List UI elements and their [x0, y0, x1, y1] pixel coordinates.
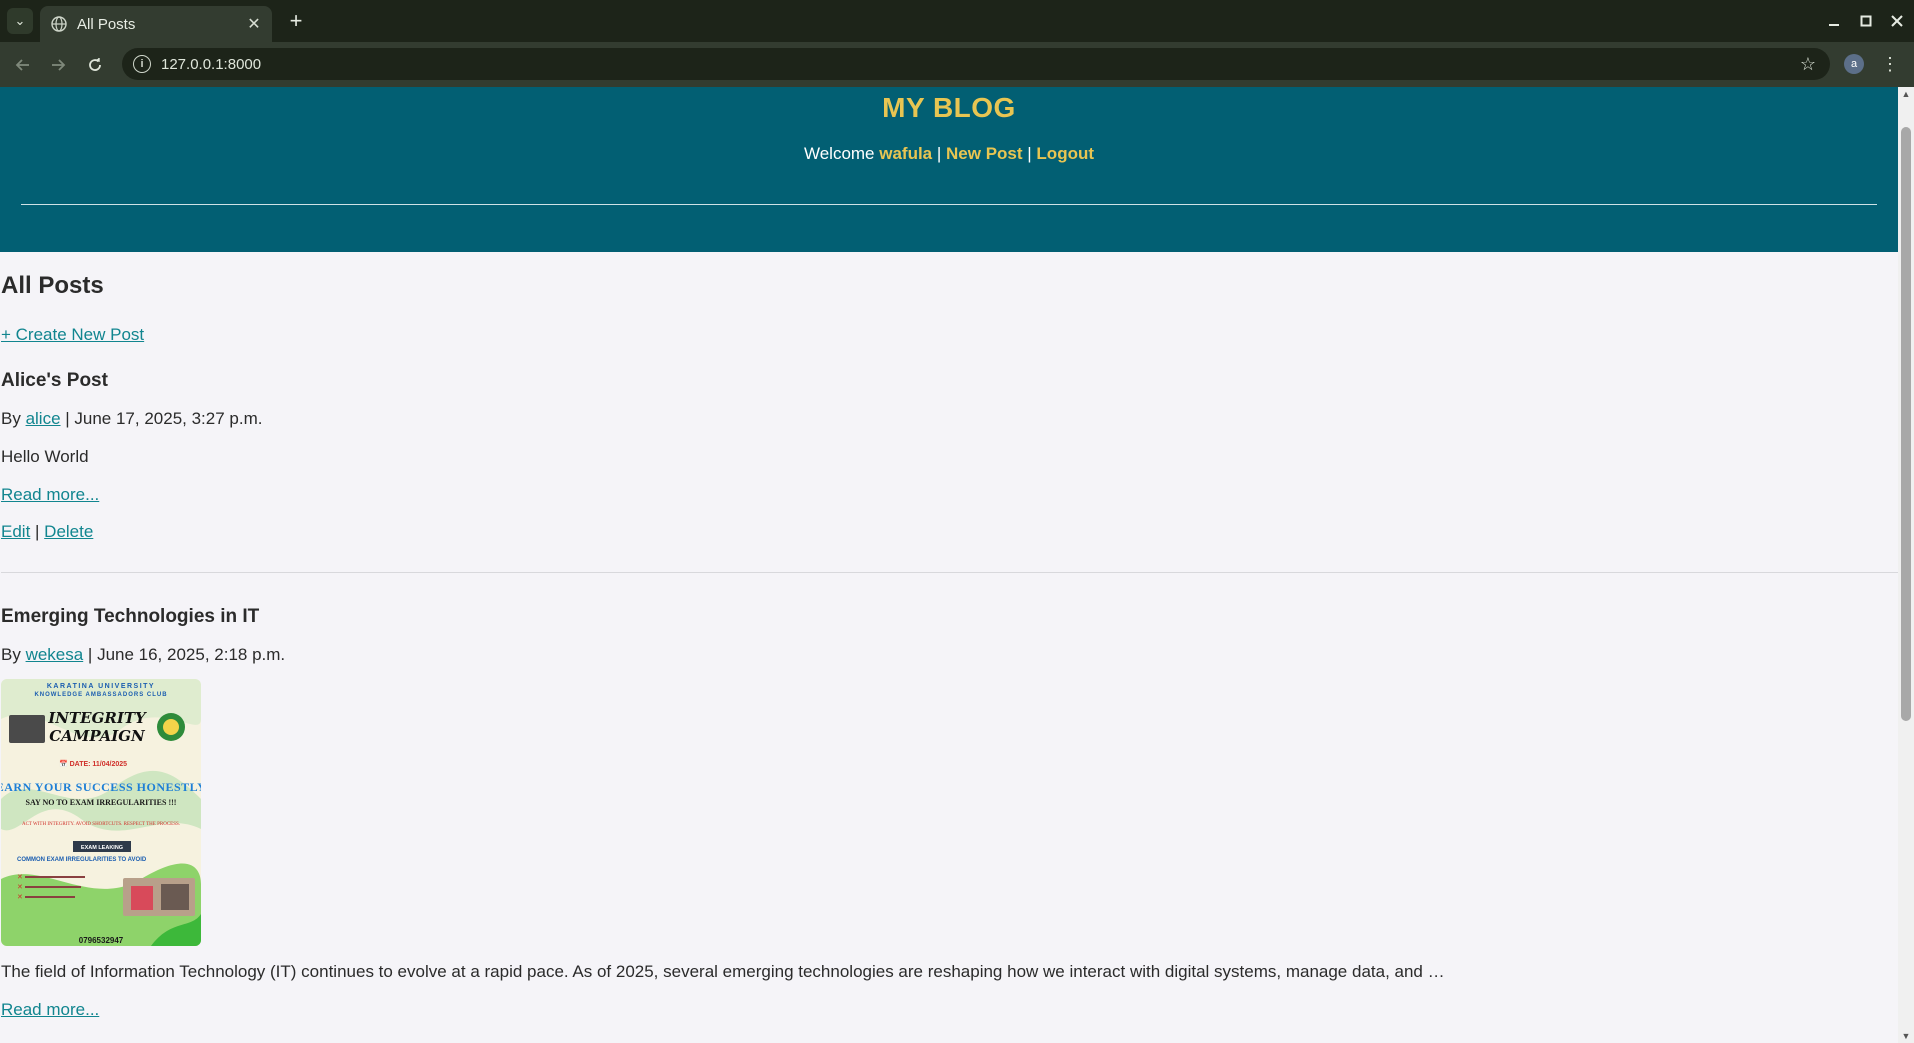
scroll-down-icon[interactable]: ▼ [1901, 1031, 1911, 1041]
read-more-link[interactable]: Read more... [1, 485, 99, 505]
main-content: All Posts + Create New Post Alice's Post… [0, 272, 1898, 1020]
create-post-link[interactable]: + Create New Post [1, 325, 144, 345]
minimize-icon[interactable] [1822, 10, 1846, 32]
forward-icon[interactable] [44, 51, 72, 79]
edit-link[interactable]: Edit [1, 522, 30, 541]
post-title: Alice's Post [1, 370, 108, 391]
delete-link[interactable]: Delete [44, 522, 93, 541]
read-more-link[interactable]: Read more... [1, 1000, 99, 1020]
svg-text:✕: ✕ [17, 894, 23, 901]
welcome-label: Welcome [803, 144, 880, 163]
poster-line-6: EARN YOUR SUCCESS HONESTLY [1, 780, 201, 794]
svg-text:✕: ✕ [17, 884, 23, 891]
close-tab-icon[interactable]: ✕ [244, 14, 264, 34]
browser-tab-strip: ⌄ All Posts ✕ + [0, 0, 1914, 42]
nav-separator: | [1022, 144, 1037, 163]
scroll-up-icon[interactable]: ▲ [1901, 89, 1911, 99]
back-icon[interactable] [9, 51, 37, 79]
profile-avatar[interactable]: a [1844, 54, 1864, 74]
poster-line-9: EXAM LEAKING [81, 845, 123, 851]
browser-menu-icon[interactable]: ⋮ [1880, 52, 1900, 76]
logout-link[interactable]: Logout [1036, 144, 1094, 163]
poster-left-logo [9, 715, 45, 743]
post-actions: Edit | Delete [1, 522, 1898, 542]
post-item: Alice's Post By alice | June 17, 2025, 3… [1, 370, 1898, 573]
post-divider [1, 572, 1898, 573]
nav-separator: | [932, 144, 947, 163]
by-label: By [1, 409, 26, 428]
globe-icon [51, 16, 67, 32]
header-divider [21, 204, 1877, 205]
tab-title: All Posts [77, 15, 136, 33]
poster-line-1: KARATINA UNIVERSITY [47, 683, 155, 690]
poster-line-3: INTEGRITY [47, 709, 147, 727]
post-excerpt: Hello World [1, 447, 89, 466]
svg-text:✕: ✕ [17, 874, 23, 881]
poster-line-5: 📅 DATE: 11/04/2025 [59, 759, 127, 768]
address-bar[interactable]: i 127.0.0.1:8000 ☆ [122, 48, 1830, 80]
page-scrollbar[interactable]: ▲ ▼ [1898, 87, 1914, 1043]
poster-line-4: CAMPAIGN [49, 727, 146, 745]
post-item: Emerging Technologies in IT By wekesa | … [1, 606, 1898, 1020]
post-image[interactable]: KARATINA UNIVERSITY KNOWLEDGE AMBASSADOR… [1, 679, 201, 946]
poster-line-2: KNOWLEDGE AMBASSADORS CLUB [34, 692, 167, 698]
new-post-link[interactable]: New Post [946, 144, 1023, 163]
poster-line-10: COMMON EXAM IRREGULARITIES TO AVOID [17, 857, 147, 863]
tab-search-icon[interactable]: ⌄ [7, 8, 33, 34]
post-date: | June 17, 2025, 3:27 p.m. [60, 409, 263, 428]
page-title: All Posts [1, 272, 104, 299]
poster-line-7: SAY NO TO EXAM IRREGULARITIES !!! [26, 798, 177, 807]
site-info-icon[interactable]: i [133, 55, 151, 73]
user-nav: Welcome wafula | New Post | Logout [0, 144, 1898, 164]
by-label: By [1, 645, 26, 664]
author-link[interactable]: alice [26, 409, 61, 428]
post-meta: By wekesa | June 16, 2025, 2:18 p.m. [1, 645, 1898, 665]
maximize-icon[interactable] [1854, 10, 1878, 32]
username-link[interactable]: wafula [879, 144, 932, 163]
url-text[interactable]: 127.0.0.1:8000 [161, 56, 1796, 73]
author-link[interactable]: wekesa [26, 645, 84, 664]
reload-icon[interactable] [81, 51, 109, 79]
web-page: MY BLOG Welcome wafula | New Post | Logo… [0, 87, 1898, 1043]
post-meta: By alice | June 17, 2025, 3:27 p.m. [1, 409, 1898, 429]
site-header: MY BLOG Welcome wafula | New Post | Logo… [0, 87, 1898, 252]
poster-line-8: ACT WITH INTEGRITY. AVOID SHORTCUTS. RES… [22, 822, 180, 827]
scrollbar-thumb[interactable] [1901, 127, 1911, 721]
post-excerpt: The field of Information Technology (IT)… [1, 962, 1445, 981]
bookmark-star-icon[interactable]: ☆ [1796, 54, 1820, 75]
new-tab-icon[interactable]: + [283, 8, 309, 34]
post-date: | June 16, 2025, 2:18 p.m. [83, 645, 286, 664]
browser-tab[interactable]: All Posts ✕ [40, 6, 272, 42]
post-title: Emerging Technologies in IT [1, 606, 260, 627]
action-separator: | [30, 522, 45, 541]
site-brand: MY BLOG [882, 92, 1016, 123]
close-window-icon[interactable] [1885, 10, 1909, 32]
poster-line-11: 0796532947 [79, 936, 124, 945]
